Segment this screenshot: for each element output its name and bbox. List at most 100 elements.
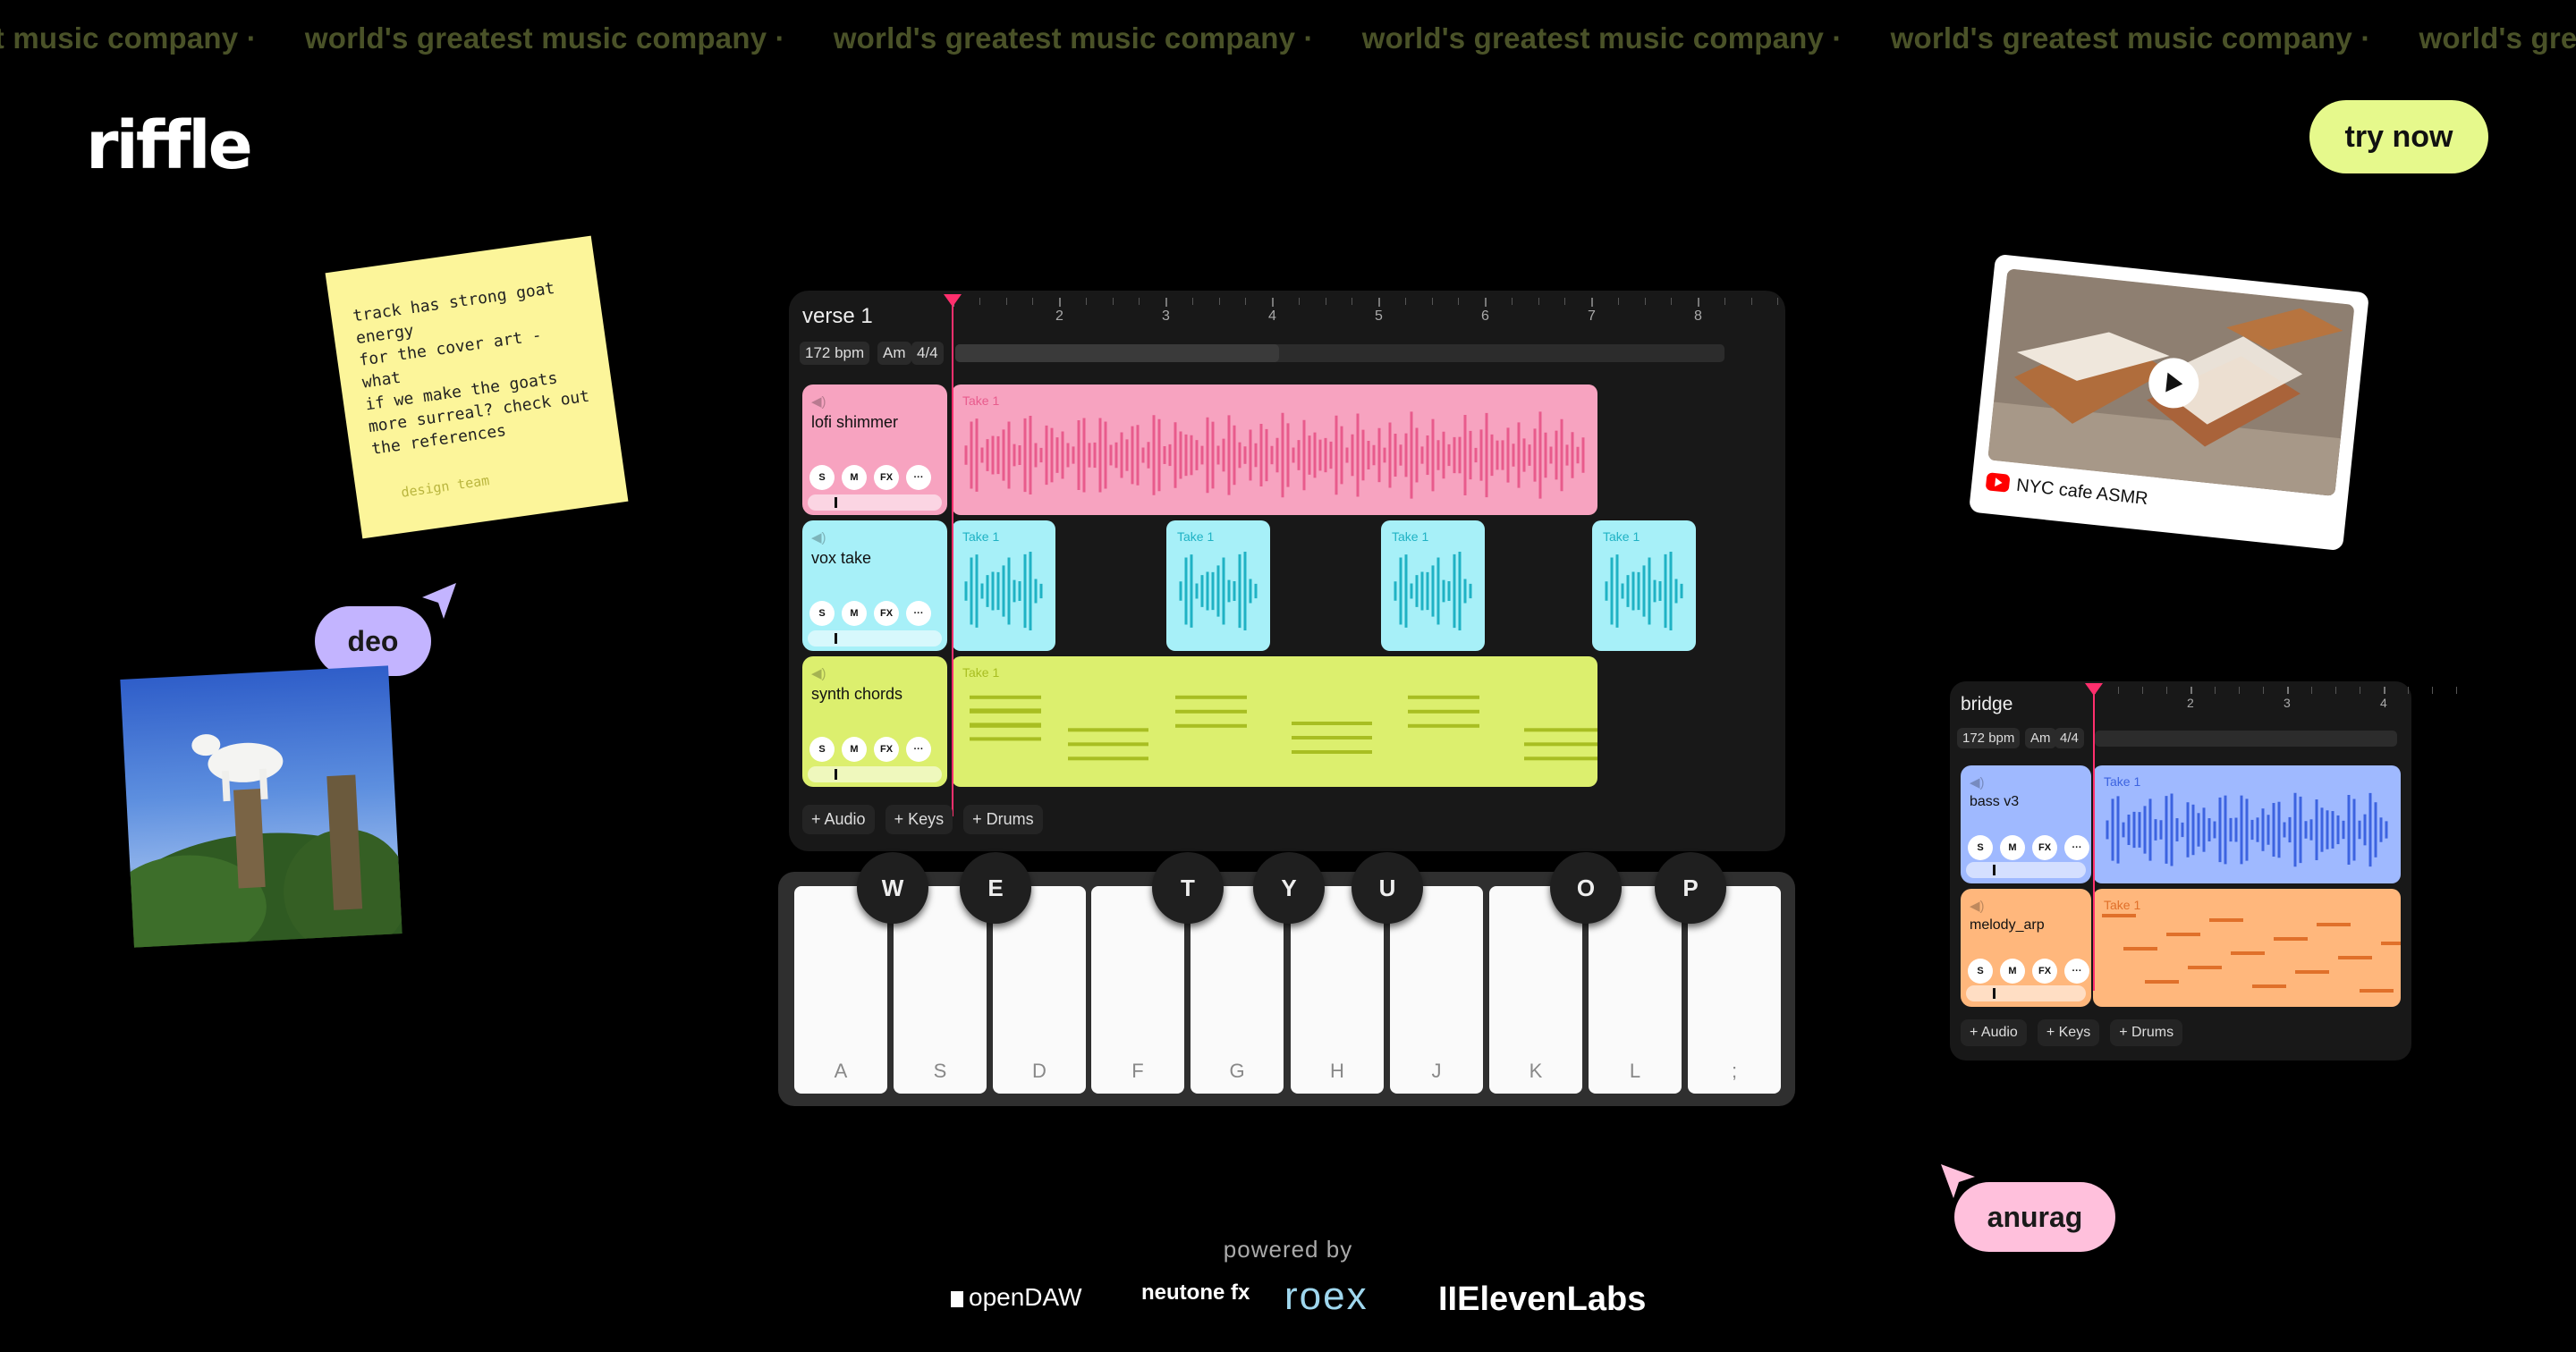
volume-slider[interactable] — [808, 494, 942, 511]
solo-button[interactable]: S — [1968, 835, 1993, 860]
fx-button[interactable]: FX — [874, 601, 899, 626]
bpm-chip[interactable]: 172 bpm — [800, 342, 870, 365]
more-button[interactable]: ··· — [2064, 959, 2089, 984]
ruler-minor-tick — [1032, 298, 1034, 305]
speaker-icon[interactable]: ◀) — [1970, 774, 1985, 790]
audio-clip[interactable]: Take 1 — [2093, 889, 2401, 1007]
piano-black-key[interactable]: E — [960, 852, 1031, 924]
ruler-minor-tick — [1458, 298, 1460, 305]
time-signature-chip[interactable]: 4/4 — [911, 342, 944, 365]
partner-neutone-logo[interactable]: neutone fx — [1141, 1280, 1250, 1306]
piano-black-key[interactable]: U — [1352, 852, 1423, 924]
partner-opendaw-logo[interactable]: openDAW — [951, 1283, 1082, 1312]
add-keys-button[interactable]: + Keys — [2037, 1019, 2100, 1046]
mute-button[interactable]: M — [842, 737, 867, 762]
volume-slider-handle[interactable] — [1993, 988, 1996, 999]
key-chip[interactable]: Am — [877, 342, 911, 365]
track-header[interactable]: ◀) bass v3 S M FX ··· — [1961, 765, 2091, 883]
audio-clip[interactable]: Take 1 — [2093, 765, 2401, 883]
riffle-logo[interactable]: riffle — [86, 107, 253, 184]
track-name: vox take — [811, 549, 872, 567]
track-header[interactable]: ◀) vox take S M FX ··· — [802, 520, 947, 651]
volume-slider[interactable] — [808, 630, 942, 646]
ruler-bar-number: 4 — [2380, 696, 2387, 710]
timeline-scrollbar[interactable] — [2095, 731, 2397, 747]
solo-button[interactable]: S — [809, 465, 835, 490]
time-signature-chip[interactable]: 4/4 — [2055, 728, 2084, 748]
track-controls: S M FX ··· — [809, 465, 931, 490]
add-audio-button[interactable]: + Audio — [1961, 1019, 2027, 1046]
speaker-icon[interactable]: ◀) — [811, 665, 826, 681]
add-track-buttons: + Audio + Keys + Drums — [1961, 1019, 2183, 1046]
fx-button[interactable]: FX — [2032, 835, 2057, 860]
bpm-chip[interactable]: 172 bpm — [1957, 728, 2021, 748]
mute-button[interactable]: M — [842, 465, 867, 490]
video-thumbnail[interactable] — [1987, 268, 2355, 496]
more-button[interactable]: ··· — [2064, 835, 2089, 860]
ruler-minor-tick — [1511, 298, 1513, 305]
track-header[interactable]: ◀) synth chords S M FX ··· — [802, 656, 947, 787]
ruler-minor-tick — [1777, 298, 1779, 305]
audio-clip[interactable]: Take 1 — [1381, 520, 1485, 651]
speaker-icon[interactable]: ◀) — [811, 393, 826, 410]
more-button[interactable]: ··· — [906, 737, 931, 762]
piano-black-key[interactable]: Y — [1253, 852, 1325, 924]
volume-slider-handle[interactable] — [835, 769, 837, 780]
ruler-minor-tick — [979, 298, 980, 305]
solo-button[interactable]: S — [809, 737, 835, 762]
audio-clip[interactable]: Take 1 — [952, 656, 1597, 787]
ruler-minor-tick — [1139, 298, 1140, 305]
video-card[interactable]: NYC cafe ASMR — [1968, 253, 2370, 552]
piano-black-key[interactable]: O — [1550, 852, 1622, 924]
piano-key-label: H — [1330, 1060, 1344, 1082]
timeline-scroll-thumb[interactable] — [955, 344, 1279, 362]
fx-button[interactable]: FX — [2032, 959, 2057, 984]
volume-slider-handle[interactable] — [835, 633, 837, 644]
volume-slider[interactable] — [808, 766, 942, 782]
marquee-banner: world's greatest music company · world's … — [0, 21, 2576, 66]
partner-roex-logo[interactable]: roex — [1284, 1274, 1368, 1319]
playhead[interactable] — [952, 298, 953, 816]
volume-slider-handle[interactable] — [1993, 865, 1996, 875]
fx-button[interactable]: FX — [874, 465, 899, 490]
mute-button[interactable]: M — [842, 601, 867, 626]
piano-black-key[interactable]: T — [1152, 852, 1224, 924]
volume-slider[interactable] — [1966, 862, 2086, 878]
add-audio-button[interactable]: + Audio — [802, 805, 875, 834]
audio-clip[interactable]: Take 1 — [952, 520, 1055, 651]
track-header[interactable]: ◀) melody_arp S M FX ··· — [1961, 889, 2091, 1007]
audio-clip[interactable]: Take 1 — [1592, 520, 1696, 651]
more-button[interactable]: ··· — [906, 601, 931, 626]
mute-button[interactable]: M — [2000, 835, 2025, 860]
waveform-graphic — [1605, 551, 1683, 631]
volume-slider-handle[interactable] — [835, 497, 837, 508]
goat-image — [120, 734, 402, 948]
speaker-icon[interactable]: ◀) — [811, 529, 826, 545]
add-drums-button[interactable]: + Drums — [963, 805, 1043, 834]
piano-black-key[interactable]: W — [857, 852, 928, 924]
piano-key-label: J — [1431, 1060, 1442, 1082]
playhead[interactable] — [2093, 687, 2095, 991]
audio-clip[interactable]: Take 1 — [1166, 520, 1270, 651]
fx-button[interactable]: FX — [874, 737, 899, 762]
ruler-bar-number: 5 — [1375, 308, 1383, 324]
mute-button[interactable]: M — [2000, 959, 2025, 984]
audio-clip[interactable]: Take 1 — [952, 384, 1597, 515]
partner-elevenlabs-logo[interactable]: IIElevenLabs — [1438, 1280, 1646, 1319]
volume-slider[interactable] — [1966, 985, 2086, 1001]
add-keys-button[interactable]: + Keys — [885, 805, 953, 834]
try-now-button[interactable]: try now — [2309, 100, 2488, 173]
key-chip[interactable]: Am — [2025, 728, 2056, 748]
piano-black-key[interactable]: P — [1655, 852, 1726, 924]
daw-panel-verse: verse 1 172 bpm Am 4/4 2 3 4 5 6 7 8 ◀) lofi shi… — [789, 291, 1785, 851]
track-controls: S M FX ··· — [1968, 959, 2089, 984]
add-drums-button[interactable]: + Drums — [2110, 1019, 2183, 1046]
ruler-minor-tick — [2432, 687, 2433, 694]
solo-button[interactable]: S — [809, 601, 835, 626]
ruler-bar-number: 7 — [1588, 308, 1596, 324]
track-header[interactable]: ◀) lofi shimmer S M FX ··· — [802, 384, 947, 515]
solo-button[interactable]: S — [1968, 959, 1993, 984]
speaker-icon[interactable]: ◀) — [1970, 898, 1985, 914]
ruler-minor-tick — [1191, 298, 1193, 305]
more-button[interactable]: ··· — [906, 465, 931, 490]
